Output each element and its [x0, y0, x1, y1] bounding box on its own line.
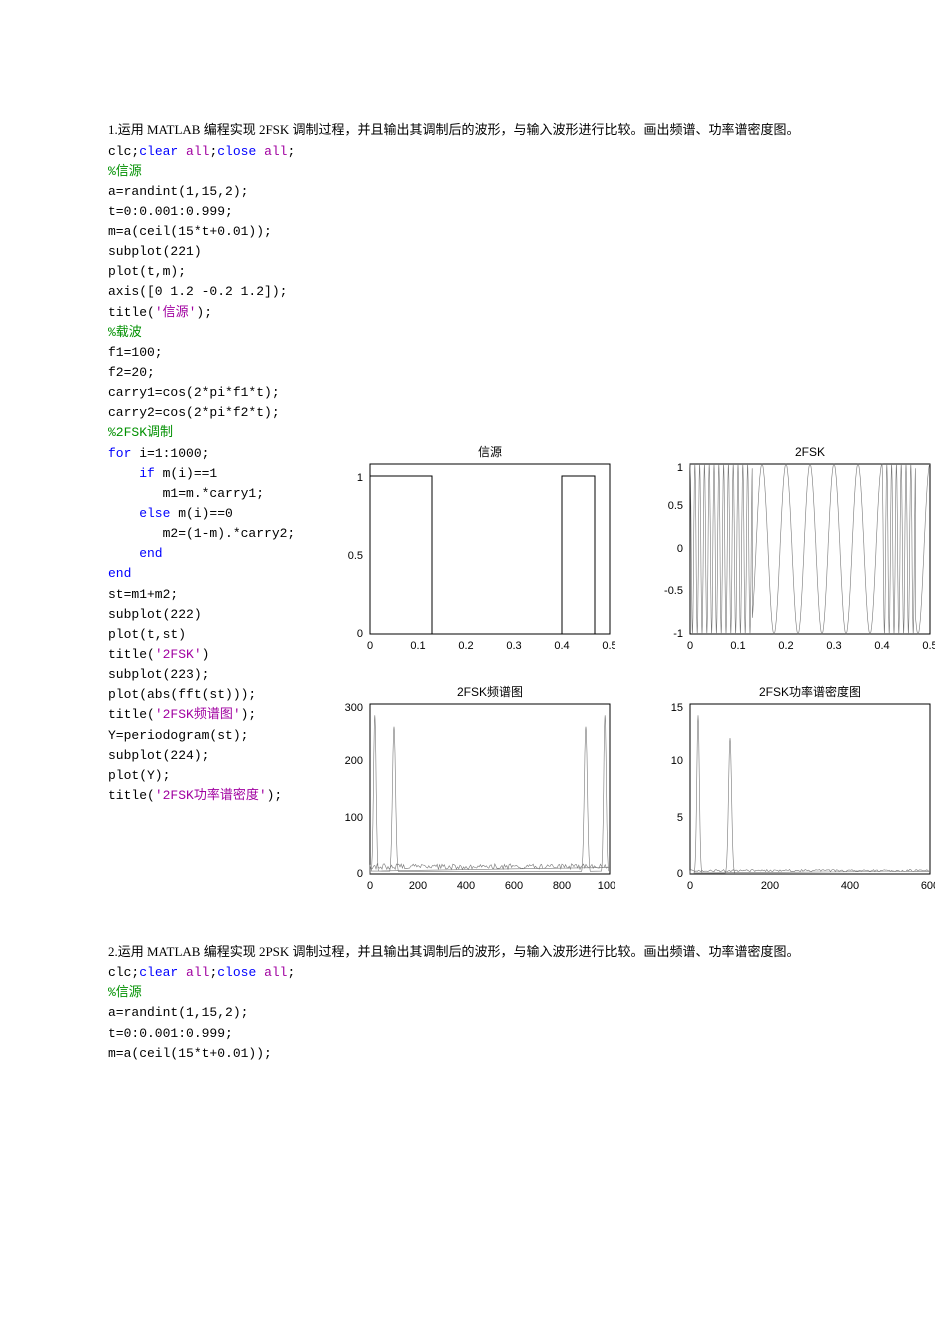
- svg-text:0.2: 0.2: [459, 640, 474, 652]
- svg-text:0.5: 0.5: [668, 500, 683, 512]
- question-1: 1.运用 MATLAB 编程实现 2FSK 调制过程，并且输出其调制后的波形，与…: [108, 120, 837, 140]
- svg-text:0.2: 0.2: [779, 640, 794, 652]
- code-block-1b: for i=1:1000; if m(i)==1 m1=m.*carry1; e…: [108, 444, 295, 807]
- svg-text:200: 200: [761, 880, 779, 892]
- svg-text:0.5: 0.5: [348, 550, 363, 562]
- svg-text:0.1: 0.1: [411, 640, 426, 652]
- svg-text:0.3: 0.3: [827, 640, 842, 652]
- svg-text:0: 0: [677, 868, 683, 880]
- svg-text:-1: -1: [673, 628, 683, 640]
- chart-2fsk-spectrum: 2FSK频谱图 0 200 400 600 800 1000 0 100 200 300: [335, 684, 615, 904]
- chart-title: 2FSK频谱图: [457, 685, 523, 699]
- chart-2fsk: 2FSK 0 0.1 0.2 0.3 0.4 0.5 -1 -0.5 0 0.5 1: [655, 444, 935, 664]
- svg-text:0.1: 0.1: [731, 640, 746, 652]
- chart-title: 2FSK功率谱密度图: [759, 684, 861, 699]
- svg-text:0.5: 0.5: [923, 640, 936, 652]
- svg-text:300: 300: [345, 702, 363, 714]
- svg-text:5: 5: [677, 812, 683, 824]
- svg-text:0: 0: [687, 640, 693, 652]
- chart-title: 信源: [478, 445, 502, 459]
- question-2: 2.运用 MATLAB 编程实现 2PSK 调制过程，并且输出其调制后的波形，与…: [108, 942, 837, 962]
- svg-text:0: 0: [357, 628, 363, 640]
- svg-text:1000: 1000: [598, 880, 615, 892]
- svg-text:0.3: 0.3: [507, 640, 522, 652]
- svg-text:1: 1: [677, 462, 683, 474]
- svg-text:0.5: 0.5: [603, 640, 616, 652]
- svg-text:800: 800: [553, 880, 571, 892]
- chart-2fsk-psd: 2FSK功率谱密度图 0 200 400 600 0 5 10 15: [655, 684, 935, 904]
- svg-text:0: 0: [687, 880, 693, 892]
- svg-text:0: 0: [357, 868, 363, 880]
- svg-text:600: 600: [505, 880, 523, 892]
- code-block-1a: clc;clear all;close all; %信源 a=randint(1…: [108, 142, 837, 444]
- svg-text:600: 600: [921, 880, 935, 892]
- svg-text:400: 400: [841, 880, 859, 892]
- code-block-2: clc;clear all;close all; %信源 a=randint(1…: [108, 963, 837, 1064]
- svg-text:0.4: 0.4: [555, 640, 570, 652]
- svg-text:0.4: 0.4: [875, 640, 890, 652]
- svg-text:0: 0: [367, 880, 373, 892]
- svg-text:10: 10: [671, 755, 683, 767]
- svg-text:15: 15: [671, 702, 683, 714]
- svg-text:100: 100: [345, 812, 363, 824]
- svg-text:400: 400: [457, 880, 475, 892]
- svg-text:-0.5: -0.5: [664, 585, 683, 597]
- chart-title: 2FSK: [795, 445, 825, 459]
- figure-grid: 信源 0 0.1 0.2 0.3 0.4 0.5 0 0.5 1 2FSK: [295, 444, 837, 934]
- chart-signal-source: 信源 0 0.1 0.2 0.3 0.4 0.5 0 0.5 1: [335, 444, 615, 664]
- svg-text:0: 0: [677, 543, 683, 555]
- svg-text:200: 200: [409, 880, 427, 892]
- svg-text:0: 0: [367, 640, 373, 652]
- svg-text:200: 200: [345, 755, 363, 767]
- svg-text:1: 1: [357, 472, 363, 484]
